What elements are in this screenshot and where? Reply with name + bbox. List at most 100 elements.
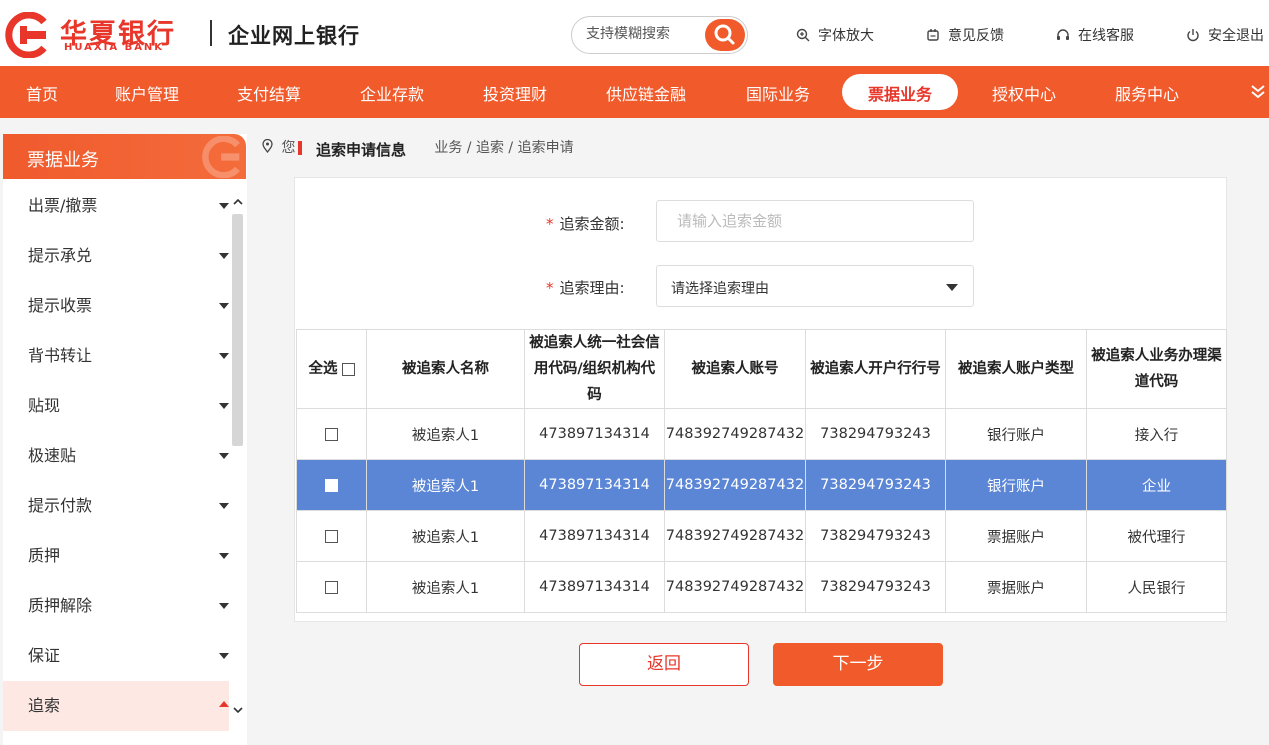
recourse-party-table: 全选 被追索人名称 被追索人统一社会信用代码/组织机构代码 被追索人账号 被追索… <box>296 329 1227 613</box>
scroll-down-chevron-icon[interactable] <box>232 704 244 716</box>
logout-button[interactable]: 安全退出 <box>1186 25 1264 45</box>
bank-logo[interactable]: 华夏银行 HUAXIA BANK <box>4 10 194 58</box>
caret-down-icon <box>219 653 229 659</box>
cell-channel: 接入行 <box>1086 408 1227 460</box>
nav-service-center[interactable]: 服务中心 <box>1115 81 1179 105</box>
caret-down-icon <box>219 553 229 559</box>
table-header-row: 全选 被追索人名称 被追索人统一社会信用代码/组织机构代码 被追索人账号 被追索… <box>296 329 1227 409</box>
nav-bill-business[interactable]: 票据业务 <box>842 74 959 110</box>
headset-icon <box>1057 29 1069 40</box>
cell-credit-code: 473897134314 <box>524 510 665 562</box>
cell-account: 748392749287432 <box>664 561 806 613</box>
sidebar-item-label: 背书转让 <box>28 346 93 365</box>
huaxia-logo-icon <box>5 12 47 58</box>
required-marker: * <box>546 279 554 297</box>
sidebar-item-label: 极速贴 <box>28 446 77 465</box>
recourse-amount-input[interactable] <box>656 200 974 242</box>
sidebar-item-pledge-release[interactable]: 质押解除 <box>3 581 229 631</box>
row-checkbox[interactable] <box>325 580 338 594</box>
sidebar-item-label: 质押 <box>28 546 61 565</box>
online-service-button[interactable]: 在线客服 <box>1056 25 1134 45</box>
caret-down-icon <box>219 303 229 309</box>
cell-account: 748392749287432 <box>664 510 806 562</box>
dropdown-arrow-icon <box>946 284 958 291</box>
cell-channel: 人民银行 <box>1086 561 1227 613</box>
sidebar-item-label: 质押解除 <box>28 596 93 615</box>
caret-up-icon <box>219 701 229 707</box>
breadcrumb-prefix: 您 <box>281 140 296 156</box>
sidebar-item-acceptance[interactable]: 提示承兑 <box>3 231 229 281</box>
col-header-name: 被追索人名称 <box>366 329 525 409</box>
cell-name: 被追索人1 <box>366 459 525 511</box>
caret-down-icon <box>219 203 229 209</box>
nav-account-management[interactable]: 账户管理 <box>115 81 179 105</box>
sidebar-item-recourse[interactable]: 追索 <box>3 681 229 731</box>
table-row[interactable]: 被追索人1 473897134314 748392749287432 73829… <box>296 408 1227 460</box>
sidebar-item-label: 提示承兑 <box>28 246 93 265</box>
location-pin-icon <box>262 139 273 153</box>
font-zoom-label: 字体放大 <box>818 28 874 44</box>
main-nav: 首页 账户管理 支付结算 企业存款 投资理财 供应链金融 国际业务 票据业务 授… <box>0 66 1269 118</box>
nav-supply-chain-finance[interactable]: 供应链金融 <box>606 81 686 105</box>
search-button[interactable] <box>705 19 745 51</box>
sidebar-item-payment[interactable]: 提示付款 <box>3 481 229 531</box>
feedback-icon <box>927 29 939 41</box>
caret-down-icon <box>219 453 229 459</box>
nav-home[interactable]: 首页 <box>26 81 58 105</box>
breadcrumb-path[interactable]: 业务 / 追索 / 追索申请 <box>434 140 573 156</box>
table-row-selected[interactable]: 被追索人1 473897134314 748392749287432 73829… <box>296 459 1227 511</box>
font-zoom-button[interactable]: 字体放大 <box>796 25 874 45</box>
row-select-cell <box>296 408 367 460</box>
cell-credit-code: 473897134314 <box>524 408 665 460</box>
row-checkbox[interactable] <box>325 478 338 492</box>
sidebar-item-pledge[interactable]: 质押 <box>3 531 229 581</box>
cell-name: 被追索人1 <box>366 408 525 460</box>
scroll-up-chevron-icon[interactable] <box>232 196 244 208</box>
cell-channel: 企业 <box>1086 459 1227 511</box>
select-all-header[interactable]: 全选 <box>296 329 367 409</box>
required-marker: * <box>546 215 554 233</box>
sidebar-item-discount[interactable]: 贴现 <box>3 381 229 431</box>
nav-authorization-center[interactable]: 授权中心 <box>992 81 1056 105</box>
row-checkbox[interactable] <box>325 529 338 543</box>
col-header-account: 被追索人账号 <box>664 329 806 409</box>
nav-corporate-deposit[interactable]: 企业存款 <box>360 81 424 105</box>
next-step-button[interactable]: 下一步 <box>773 643 943 686</box>
sidebar-item-receipt[interactable]: 提示收票 <box>3 281 229 331</box>
table-row[interactable]: 被追索人1 473897134314 748392749287432 73829… <box>296 561 1227 613</box>
sidebar-item-fast-discount[interactable]: 极速贴 <box>3 431 229 481</box>
nav-more-chevron-icon[interactable] <box>1250 82 1266 102</box>
nav-international[interactable]: 国际业务 <box>746 81 810 105</box>
select-all-checkbox[interactable] <box>341 362 355 376</box>
sidebar-item-guarantee[interactable]: 保证 <box>3 631 229 681</box>
cell-name: 被追索人1 <box>366 510 525 562</box>
amount-label: * 追索金额: <box>546 213 625 234</box>
nav-investment[interactable]: 投资理财 <box>483 81 547 105</box>
sidebar-item-issue-revoke[interactable]: 出票/撤票 <box>3 181 229 231</box>
search-input[interactable] <box>586 26 696 42</box>
feedback-button[interactable]: 意见反馈 <box>926 25 1004 45</box>
back-button[interactable]: 返回 <box>579 643 749 686</box>
nav-payment-settlement[interactable]: 支付结算 <box>237 81 301 105</box>
sidebar-item-label: 追索 <box>28 696 61 715</box>
row-checkbox[interactable] <box>325 427 338 441</box>
cell-credit-code: 473897134314 <box>524 459 665 511</box>
cell-account: 748392749287432 <box>664 408 806 460</box>
caret-down-icon <box>219 253 229 259</box>
table-row[interactable]: 被追索人1 473897134314 748392749287432 73829… <box>296 510 1227 562</box>
section-title: 追索申请信息 <box>298 139 406 160</box>
top-header: 华夏银行 HUAXIA BANK 企业网上银行 字体放大 意见反馈 在线客服 安… <box>0 0 1269 66</box>
cell-account-type: 票据账户 <box>945 561 1087 613</box>
cell-name: 被追索人1 <box>366 561 525 613</box>
portal-title: 企业网上银行 <box>228 24 360 48</box>
sidebar-scroll-thumb[interactable] <box>232 214 243 446</box>
caret-down-icon <box>219 503 229 509</box>
cell-account-type: 票据账户 <box>945 510 1087 562</box>
recourse-reason-select[interactable]: 请选择追索理由 <box>656 265 974 307</box>
caret-down-icon <box>219 603 229 609</box>
cell-bank-no: 738294793243 <box>805 408 946 460</box>
cell-bank-no: 738294793243 <box>805 459 946 511</box>
caret-down-icon <box>219 403 229 409</box>
caret-down-icon <box>219 353 229 359</box>
sidebar-item-endorsement[interactable]: 背书转让 <box>3 331 229 381</box>
